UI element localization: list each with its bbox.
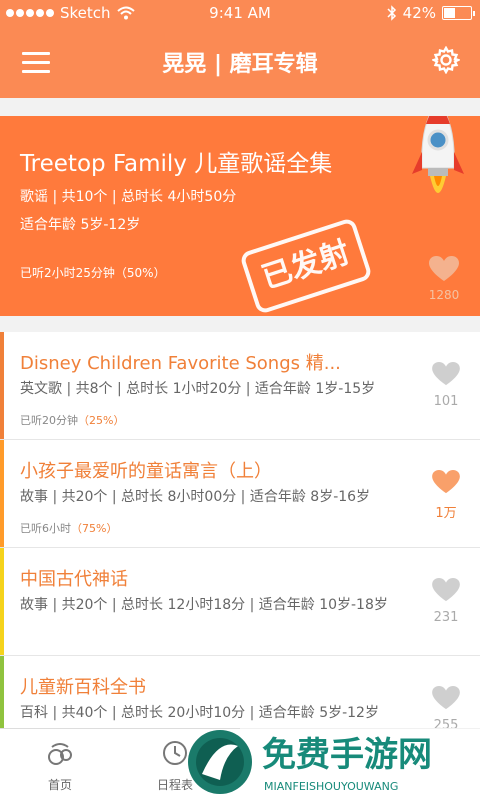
featured-album-card[interactable]: Treetop Family 儿童歌谣全集 歌谣 | 共10个 | 总时长 4小… xyxy=(0,116,480,316)
album-meta: 故事 | 共20个 | 总时长 8小时00分 | 适合年龄 8岁-16岁 xyxy=(20,489,371,505)
album-meta: 英文歌 | 共8个 | 总时长 1小时20分 | 适合年龄 1岁-15岁 xyxy=(20,381,376,397)
rocket-icon xyxy=(412,116,464,193)
album-like-button[interactable]: 1万 xyxy=(426,470,466,521)
album-like-button[interactable]: 101 xyxy=(426,362,466,409)
album-row[interactable]: 小孩子最爱听的童话寓言（上） 故事 | 共20个 | 总时长 8小时00分 | … xyxy=(0,440,480,548)
album-title: 小孩子最爱听的童话寓言（上） xyxy=(20,461,272,482)
nav-bar: 晃晃 | 磨耳专辑 xyxy=(0,26,480,98)
watermark-subtext: MIANFEISHOUYOUWANG xyxy=(264,780,398,793)
album-progress: 已听20分钟（25%） xyxy=(20,414,125,427)
album-meta: 故事 | 共20个 | 总时长 12小时18分 | 适合年龄 10岁-18岁 xyxy=(20,597,388,613)
heart-icon xyxy=(432,362,460,386)
launched-stamp: 已发射 xyxy=(239,217,373,315)
album-meta: 百科 | 共40个 | 总时长 20小时10分 | 适合年龄 5岁-12岁 xyxy=(20,705,379,721)
album-accent-bar xyxy=(0,332,4,439)
album-row[interactable]: 中国古代神话 故事 | 共20个 | 总时长 12小时18分 | 适合年龄 10… xyxy=(0,548,480,656)
heart-icon xyxy=(432,470,460,494)
album-like-button[interactable]: 231 xyxy=(426,578,466,625)
album-like-count: 1万 xyxy=(435,506,457,521)
featured-album-meta: 歌谣 | 共10个 | 总时长 4小时50分 xyxy=(20,189,237,205)
bluetooth-icon xyxy=(387,5,396,21)
album-like-count: 101 xyxy=(433,394,459,409)
featured-album-age: 适合年龄 5岁-12岁 xyxy=(20,217,141,233)
home-icon xyxy=(48,743,72,765)
page-title: 晃晃 | 磨耳专辑 xyxy=(162,52,318,77)
album-accent-bar xyxy=(0,440,4,547)
album-title: 中国古代神话 xyxy=(20,569,128,590)
heart-icon xyxy=(432,686,460,710)
featured-album-title: Treetop Family 儿童歌谣全集 xyxy=(20,151,333,177)
album-accent-bar xyxy=(0,548,4,655)
album-title: Disney Children Favorite Songs 精... xyxy=(20,353,341,374)
featured-album-progress: 已听2小时25分钟（50%） xyxy=(20,266,166,280)
album-title: 儿童新百科全书 xyxy=(20,677,146,698)
status-bar: Sketch 9:41 AM 42% xyxy=(0,0,480,26)
watermark-logo: 免费手游网 MIANFEISHOUYOUWANG xyxy=(188,728,480,800)
featured-like-button[interactable]: 1280 xyxy=(424,256,464,302)
watermark-text: 免费手游网 xyxy=(262,735,432,775)
album-row[interactable]: Disney Children Favorite Songs 精... 英文歌 … xyxy=(0,332,480,440)
album-list: Disney Children Favorite Songs 精... 英文歌 … xyxy=(0,332,480,764)
featured-like-count: 1280 xyxy=(428,288,460,302)
tab-home-label: 首页 xyxy=(47,778,72,792)
tab-home[interactable]: 首页 xyxy=(25,739,95,793)
battery-icon xyxy=(442,6,475,20)
gear-icon[interactable] xyxy=(432,46,460,74)
album-progress: 已听6小时（75%） xyxy=(20,522,118,535)
heart-icon xyxy=(432,578,460,602)
battery-percent: 42% xyxy=(402,4,436,22)
album-like-count: 231 xyxy=(433,610,459,625)
heart-icon xyxy=(429,256,459,281)
